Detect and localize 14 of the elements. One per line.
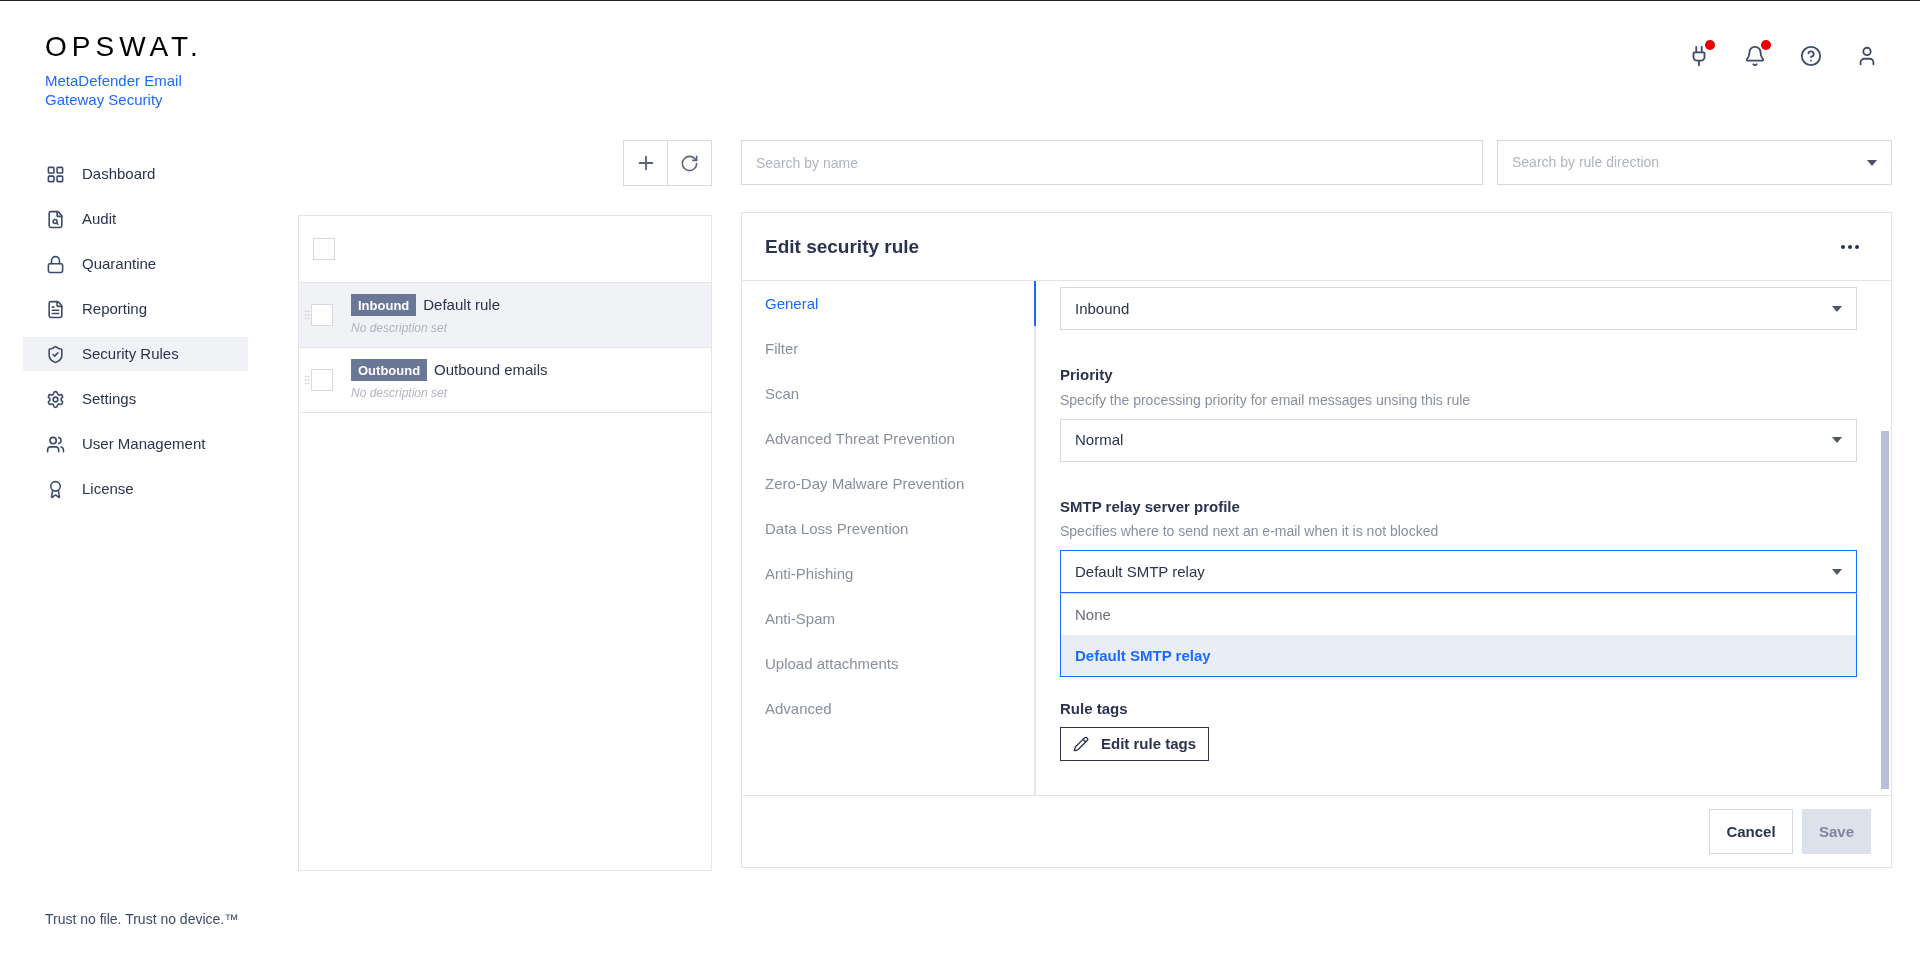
field-label: Rule tags xyxy=(1060,699,1128,720)
rule-name: Outbound emails xyxy=(434,360,548,381)
rule-description: No description set xyxy=(351,319,449,337)
field-hint: Specifies where to send next an e-mail when it is not blocked xyxy=(1060,522,1440,542)
field-hint: Specify the processing priority for email messages unsing this rule xyxy=(1060,390,1472,410)
field-label: Priority xyxy=(1060,365,1114,386)
footer-tagline: Trust no file. Trust no device.™ xyxy=(45,911,239,928)
panel-title: Edit security rule xyxy=(765,234,920,259)
product-name: MetaDefender Email Gateway Security xyxy=(45,71,183,109)
rule-name: Default rule xyxy=(423,295,500,316)
direction-tag: Inbound xyxy=(351,294,417,317)
direction-tag: Outbound xyxy=(351,359,428,382)
field-label: SMTP relay server profile xyxy=(1060,496,1241,517)
rule-description: No description set xyxy=(351,384,449,402)
